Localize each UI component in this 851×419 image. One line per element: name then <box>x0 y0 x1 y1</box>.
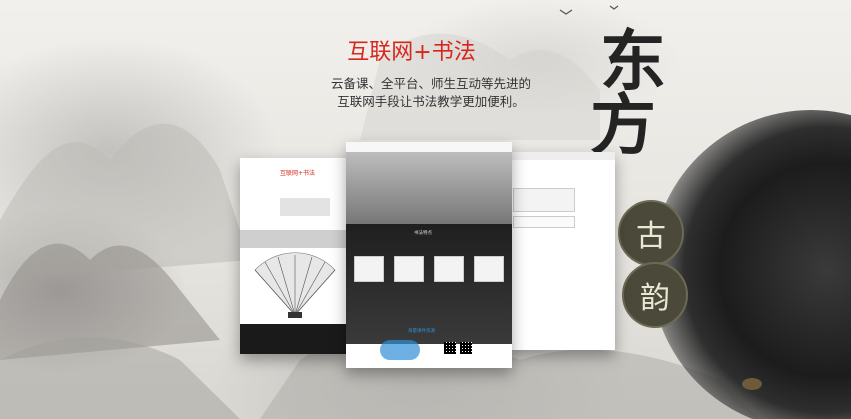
mockup-right-card <box>513 188 575 212</box>
mockup-center-section-dark: 书法特点 <box>346 224 512 344</box>
website-mockup-center: 书法特点 海量课件资源 <box>346 142 512 368</box>
folding-fan-illustration <box>254 252 336 318</box>
mockup-center-section2-title: 海量课件资源 <box>408 329 435 334</box>
mockup-center-nav <box>346 142 512 152</box>
calligraphy-char-fang: 方 <box>590 86 656 164</box>
mockup-left-footer <box>240 324 348 354</box>
mockup-left-screens <box>280 198 330 216</box>
qr-code-icon <box>460 342 472 354</box>
banner-headline: 互联网+书法 <box>347 40 476 65</box>
website-mockup-left: 互联网+书法 <box>240 158 348 354</box>
banner-subtitle-line-2: 互联网手段让书法教学更加便利。 <box>337 94 525 109</box>
seal-char-gu: 古 <box>618 200 684 266</box>
cloud-network-icon <box>380 340 420 360</box>
mockup-right-row <box>513 216 575 228</box>
website-mockup-right <box>507 152 615 350</box>
banner-subtitle-line-1: 云备课、全平台、师生互动等先进的 <box>330 76 531 91</box>
seal-char-yun: 韵 <box>622 262 688 328</box>
mockup-left-title: 互联网+书法 <box>280 170 316 177</box>
mockup-center-feature-card-2 <box>394 256 424 282</box>
mockup-center-feature-card-1 <box>354 256 384 282</box>
mockup-right-header <box>507 152 615 160</box>
mockup-center-hero <box>346 152 512 224</box>
banner-canvas: 东 方 古 韵 互联网+书法 云备课、全平台、师生互动等先进的 互联网手段让书法… <box>0 0 851 419</box>
qr-code-icon <box>444 342 456 354</box>
mockup-center-feature-card-3 <box>434 256 464 282</box>
mockup-left-divider <box>240 230 348 248</box>
boat-illustration <box>742 378 762 390</box>
mockup-center-section1-title: 书法特点 <box>414 231 432 236</box>
mockup-center-feature-card-4 <box>474 256 504 282</box>
